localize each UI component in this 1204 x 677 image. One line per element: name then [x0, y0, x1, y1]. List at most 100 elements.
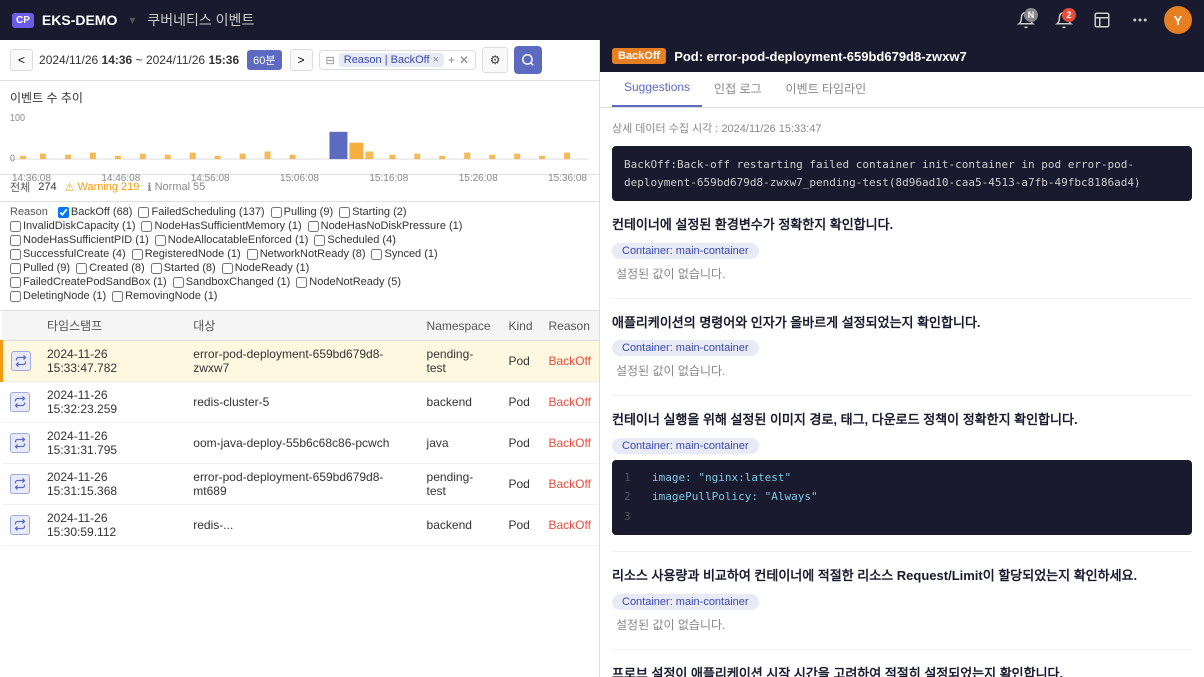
- next-button[interactable]: >: [290, 49, 313, 71]
- cell-reason: BackOff: [541, 382, 600, 423]
- reason-nodepid[interactable]: NodeHasSufficientPID (1): [10, 234, 149, 246]
- reason-removingnode[interactable]: RemovingNode (1): [112, 290, 217, 302]
- code-block-3: 1 image: "nginx:latest" 2 imagePullPolic…: [612, 460, 1192, 535]
- filter-icon: ⊟: [326, 54, 335, 67]
- reason-synced[interactable]: Synced (1): [371, 248, 437, 260]
- right-content: 상세 데이터 수집 시각 : 2024/11/26 15:33:47 BackO…: [600, 108, 1204, 677]
- suggestion-5: 프로브 설정이 애플리케이션 시작 시간을 고려하여 적절히 설정되었는지 확인…: [612, 664, 1192, 677]
- reason-registerednode[interactable]: RegisteredNode (1): [132, 248, 241, 260]
- no-value-2: 설정된 값이 없습니다.: [616, 362, 1192, 379]
- reason-scheduled[interactable]: Scheduled (4): [314, 234, 396, 246]
- cell-timestamp: 2024-11-26 15:31:15.368: [39, 464, 185, 505]
- reason-created[interactable]: Created (8): [76, 262, 145, 274]
- cell-target: redis-cluster-5: [185, 382, 418, 423]
- table-row[interactable]: 2024-11-26 15:33:47.782 error-pod-deploy…: [2, 341, 600, 382]
- table-row[interactable]: 2024-11-26 15:31:31.795 oom-java-deploy-…: [2, 423, 600, 464]
- suggestion-title-5: 프로브 설정이 애플리케이션 시작 시간을 고려하여 적절히 설정되었는지 확인…: [612, 664, 1192, 677]
- chart-label-6: 15:26:08: [459, 173, 498, 184]
- table-row[interactable]: 2024-11-26 15:32:23.259 redis-cluster-5 …: [2, 382, 600, 423]
- nav-dropdown-icon[interactable]: ▾: [129, 13, 135, 27]
- reason-started[interactable]: Started (8): [151, 262, 216, 274]
- reason-pulled[interactable]: Pulled (9): [10, 262, 70, 274]
- cell-target: oom-java-deploy-55b6c68c86-pcwch: [185, 423, 418, 464]
- chart-label-3: 14:56:08: [191, 173, 230, 184]
- cell-timestamp: 2024-11-26 15:33:47.782: [39, 341, 185, 382]
- chart-area: 이벤트 수 추이: [0, 81, 599, 175]
- badge-red: 2: [1062, 8, 1076, 22]
- reason-nodeready[interactable]: NodeReady (1): [222, 262, 310, 274]
- reason-backoff[interactable]: BackOff (68): [58, 206, 133, 218]
- no-value-1: 설정된 값이 없습니다.: [616, 265, 1192, 282]
- settings-icon[interactable]: ⚙: [482, 47, 508, 73]
- row-icon: [10, 392, 30, 412]
- collect-time: 상세 데이터 수집 시각 : 2024/11/26 15:33:47: [612, 120, 1192, 136]
- duration-badge[interactable]: 60분: [247, 50, 281, 70]
- cell-reason: BackOff: [541, 464, 600, 505]
- code-line-3: 3: [624, 507, 1180, 527]
- tab-suggestions[interactable]: Suggestions: [612, 72, 702, 107]
- suggestion-title-2: 애플리케이션의 명령어와 인자가 올바르게 설정되었는지 확인합니다.: [612, 313, 1192, 333]
- reason-row-5: Pulled (9) Created (8) Started (8) NodeR…: [10, 262, 589, 274]
- divider-2: [612, 395, 1192, 396]
- reason-row-4: SuccessfulCreate (4) RegisteredNode (1) …: [10, 248, 589, 260]
- reason-networknotready[interactable]: NetworkNotReady (8): [247, 248, 366, 260]
- search-button[interactable]: [514, 46, 542, 74]
- avatar[interactable]: Y: [1164, 6, 1192, 34]
- table-row[interactable]: 2024-11-26 15:31:15.368 error-pod-deploy…: [2, 464, 600, 505]
- reason-allocatable[interactable]: NodeAllocatableEnforced (1): [155, 234, 309, 246]
- reason-row-2: InvalidDiskCapacity (1) NodeHasSufficien…: [10, 220, 589, 232]
- row-icon: [10, 515, 30, 535]
- reason-failedscheduling[interactable]: FailedScheduling (137): [138, 206, 264, 218]
- page-title: 쿠버네티스 이벤트: [147, 10, 254, 30]
- svg-text:0: 0: [10, 152, 15, 163]
- reason-failedcreate[interactable]: FailedCreatePodSandBox (1): [10, 276, 167, 288]
- container-tag-4: Container: main-container: [612, 594, 759, 610]
- cell-namespace: pending-test: [419, 464, 501, 505]
- table-container: 타임스탬프 대상 Namespace Kind Reason 2024-11-2…: [0, 311, 599, 677]
- filter-clear-icon[interactable]: ✕: [459, 53, 469, 67]
- reason-successfulcreate[interactable]: SuccessfulCreate (4): [10, 248, 126, 260]
- reason-row-3: NodeHasSufficientPID (1) NodeAllocatable…: [10, 234, 589, 246]
- chart-svg: 100 0: [10, 110, 589, 170]
- chart-container: 100 0 14:36:08 14:46:08 14:56:08 15:06:0…: [10, 110, 589, 170]
- more-icon[interactable]: [1126, 6, 1154, 34]
- reason-deletingnode[interactable]: DeletingNode (1): [10, 290, 106, 302]
- cell-target: redis-...: [185, 505, 418, 546]
- code-line-1: 1 image: "nginx:latest": [624, 468, 1180, 488]
- tab-event-timeline[interactable]: 이벤트 타임라인: [774, 72, 879, 107]
- container-tag-2: Container: main-container: [612, 340, 759, 356]
- nav-right: N 2 Y: [1012, 6, 1192, 34]
- toolbar: < 2024/11/26 14:36 ~ 2024/11/26 15:36 60…: [0, 40, 599, 81]
- suggestion-title-1: 컨테이너에 설정된 환경변수가 정확한지 확인합니다.: [612, 215, 1192, 235]
- table-row[interactable]: 2024-11-26 15:30:59.112 redis-... backen…: [2, 505, 600, 546]
- backoff-tag: BackOff: [612, 48, 666, 64]
- reason-nodehassufficient[interactable]: NodeHasSufficientMemory (1): [141, 220, 301, 232]
- filter-remove-icon[interactable]: ×: [433, 54, 439, 66]
- row-icon: [10, 433, 30, 453]
- prev-button[interactable]: <: [10, 49, 33, 71]
- notification-n-icon[interactable]: N: [1012, 6, 1040, 34]
- reason-section: Reason BackOff (68) FailedScheduling (13…: [0, 202, 599, 311]
- reason-nodenotready[interactable]: NodeNotReady (5): [296, 276, 401, 288]
- reason-nodedisk[interactable]: NodeHasNoDiskPressure (1): [308, 220, 463, 232]
- notification-alert-icon[interactable]: 2: [1050, 6, 1078, 34]
- box-icon[interactable]: [1088, 6, 1116, 34]
- line-num-2: 2: [624, 487, 640, 507]
- reason-sandboxchanged[interactable]: SandboxChanged (1): [173, 276, 291, 288]
- reason-label: Reason: [10, 206, 48, 218]
- tab-adjacent-log[interactable]: 인접 로그: [702, 72, 774, 107]
- chart-title: 이벤트 수 추이: [10, 89, 589, 106]
- filter-add-icon[interactable]: +: [448, 53, 455, 67]
- cell-target: error-pod-deployment-659bd679d8-mt689: [185, 464, 418, 505]
- cell-namespace: backend: [419, 505, 501, 546]
- reason-pulling[interactable]: Pulling (9): [271, 206, 334, 218]
- filter-tag[interactable]: Reason | BackOff ×: [339, 53, 444, 67]
- top-nav: CP EKS-DEMO ▾ 쿠버네티스 이벤트 N 2 Y: [0, 0, 1204, 40]
- log-box: BackOff:Back-off restarting failed conta…: [612, 146, 1192, 201]
- chart-label-2: 14:46:08: [101, 173, 140, 184]
- reason-invaliddisk[interactable]: InvalidDiskCapacity (1): [10, 220, 135, 232]
- reason-starting[interactable]: Starting (2): [339, 206, 406, 218]
- cell-timestamp: 2024-11-26 15:32:23.259: [39, 382, 185, 423]
- col-target: 대상: [185, 311, 418, 341]
- nav-left: CP EKS-DEMO ▾ 쿠버네티스 이벤트: [12, 10, 254, 30]
